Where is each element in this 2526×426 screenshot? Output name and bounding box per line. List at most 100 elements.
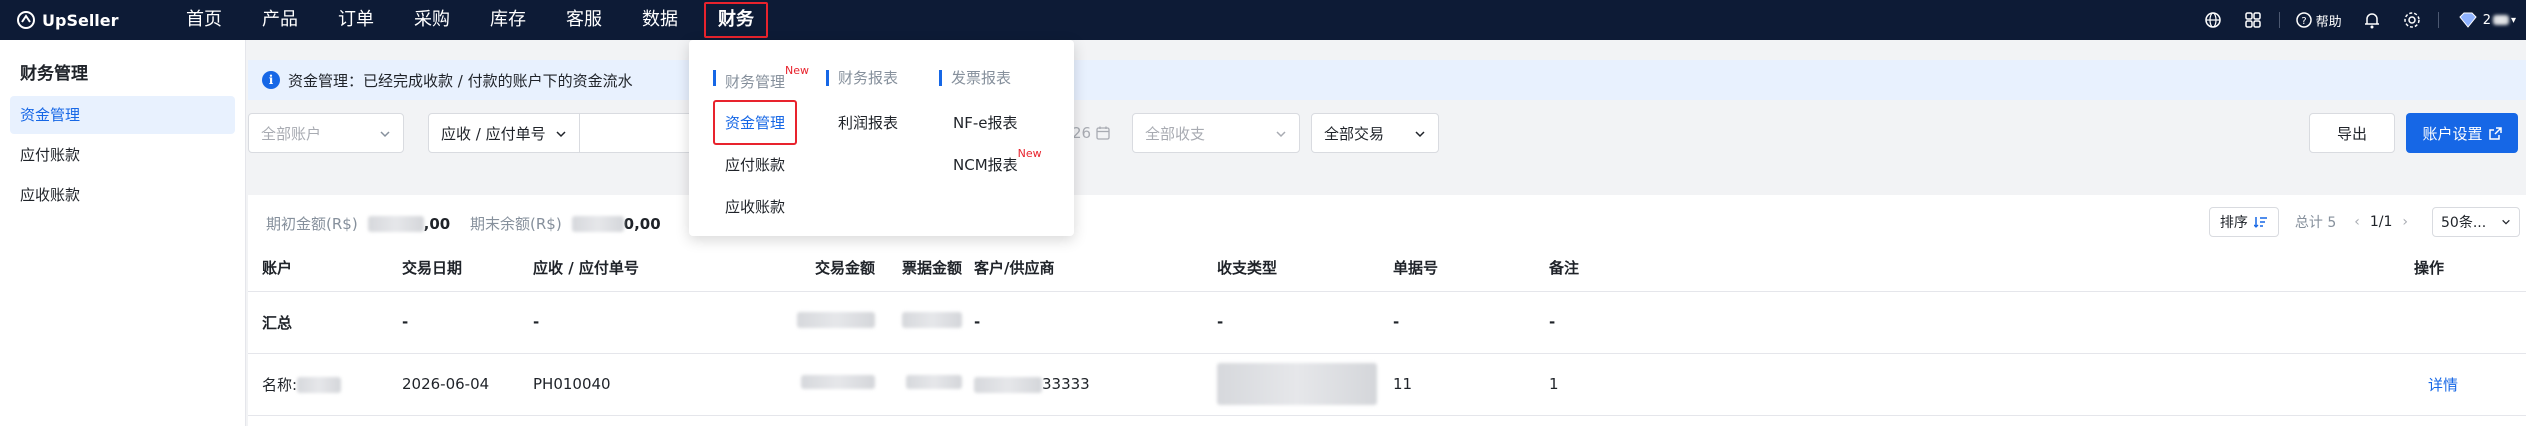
nav-divider (2278, 12, 2280, 28)
account-select-value: 全部账户 (261, 124, 322, 143)
bell-icon[interactable] (2352, 0, 2392, 40)
question-icon: ? (2295, 12, 2312, 28)
menu-item-funds-management[interactable]: 资金管理 (712, 100, 798, 145)
menu-column-finance-reports: 财务报表 (826, 70, 898, 86)
col-header-amount: 交易金额 (744, 245, 887, 292)
account-settings-label: 账户设置 (2422, 124, 2483, 143)
finance-dropdown-menu: 财务管理New 资金管理 应付账款 应收账款 财务报表 利润报表 发票报表 NF… (689, 40, 1074, 236)
total-account: 汇总 (248, 291, 402, 354)
chevron-down-icon (1414, 126, 1426, 144)
chevron-down-icon: ▾ (2510, 14, 2516, 26)
row-account-blurred (297, 377, 342, 393)
nav-item-products[interactable]: 产品 (242, 0, 318, 40)
closing-balance-value: 0,00 (623, 214, 661, 233)
main-content: i 资金管理：已经完成收款 / 付款的账户下的资金流水 全部账户 应收 / 应付… (248, 40, 2526, 426)
top-navigation-bar: UpSeller 首页 产品 订单 采购 库存 客服 数据 财务 ? 帮助 2 … (0, 0, 2526, 40)
nav-item-data[interactable]: 数据 (622, 0, 698, 40)
menu-column-invoice-reports: 发票报表 (939, 70, 1011, 86)
doc-type-select[interactable]: 应收 / 应付单号 (428, 113, 580, 153)
row-account-label: 名称: (262, 375, 298, 394)
nav-item-orders[interactable]: 订单 (318, 0, 394, 40)
chevron-down-icon (555, 126, 567, 144)
account-settings-button[interactable]: 账户设置 (2406, 113, 2518, 153)
total-amount-blurred (797, 312, 875, 328)
total-amount (744, 291, 887, 354)
menu-item-ncm-report-label: NCM报表 (953, 156, 1018, 174)
detail-link[interactable]: 详情 (2428, 376, 2458, 394)
total-bill: - (1393, 291, 1549, 354)
table-row: 名称: 2026-06-04 PH010040 33333 11 1 详情 (248, 353, 2526, 416)
row-customer: 33333 (974, 353, 1217, 416)
col-header-doc-number: 应收 / 应付单号 (533, 245, 744, 292)
next-page-icon[interactable]: › (2402, 214, 2408, 230)
menu-item-profit-report[interactable]: 利润报表 (838, 112, 898, 133)
sidebar-title: 财务管理 (20, 64, 88, 84)
user-name-blurred (2492, 15, 2509, 25)
income-type-select-value: 全部收支 (1145, 124, 1206, 143)
upseller-logo[interactable]: UpSeller (16, 10, 144, 30)
svg-text:?: ? (2301, 16, 2306, 27)
row-bill: 11 (1393, 353, 1549, 416)
sort-button[interactable]: 排序 (2208, 207, 2279, 237)
account-select[interactable]: 全部账户 (248, 113, 404, 153)
new-badge: New (1017, 147, 1042, 160)
menu-item-ncm-report[interactable]: NCM报表New (953, 147, 1042, 175)
income-type-select[interactable]: 全部收支 (1132, 113, 1300, 153)
col-header-actions: 操作 (2414, 245, 2526, 292)
table-header-row: 账户 交易日期 应收 / 应付单号 交易金额 票据金额 客户/供应商 收支类型 … (248, 245, 2526, 292)
transaction-select-value: 全部交易 (1324, 124, 1385, 143)
nav-divider (2437, 12, 2439, 28)
menu-column-title: 财务管理New (713, 64, 809, 90)
nav-item-service[interactable]: 客服 (546, 0, 622, 40)
row-customer-blurred (974, 376, 1042, 393)
sidebar-item-payables[interactable]: 应付账款 (10, 136, 235, 174)
gear-icon[interactable] (2392, 0, 2432, 40)
transaction-select[interactable]: 全部交易 (1311, 113, 1439, 153)
total-date: - (402, 291, 533, 354)
menu-item-receivables[interactable]: 应收账款 (725, 196, 785, 217)
export-button[interactable]: 导出 (2309, 113, 2395, 153)
page-indicator: 1/1 (2369, 214, 2393, 230)
row-type (1217, 353, 1393, 416)
nav-item-home[interactable]: 首页 (166, 0, 242, 40)
row-bill-amount (887, 353, 974, 416)
row-amount (744, 353, 887, 416)
menu-item-nfe-report[interactable]: NF-e报表 (953, 112, 1018, 133)
date-range-end[interactable]: 26 (1072, 113, 1111, 153)
menu-column-title-text: 财务管理 (725, 73, 786, 91)
help-button[interactable]: ? 帮助 (2286, 11, 2352, 30)
globe-icon[interactable] (2193, 0, 2233, 40)
menu-column-title: 发票报表 (939, 70, 1011, 86)
col-header-bill-number: 单据号 (1393, 245, 1549, 292)
logo-text: UpSeller (42, 10, 119, 30)
total-type: - (1217, 291, 1393, 354)
row-note: 1 (1549, 353, 2414, 416)
closing-balance-blurred (571, 215, 624, 232)
nav-item-finance[interactable]: 财务 (698, 0, 774, 40)
help-label: 帮助 (2315, 14, 2342, 30)
row-account: 名称: (248, 353, 402, 416)
table-total-row: 汇总 - - - - - - (248, 291, 2526, 354)
nav-item-inventory[interactable]: 库存 (470, 0, 546, 40)
col-header-customer: 客户/供应商 (974, 245, 1217, 292)
total-customer: - (974, 291, 1217, 354)
info-icon: i (262, 71, 280, 89)
apps-grid-icon[interactable] (2233, 0, 2273, 40)
total-bill-amount (887, 291, 974, 354)
sidebar-item-receivables[interactable]: 应收账款 (10, 176, 235, 214)
prev-page-icon[interactable]: ‹ (2354, 214, 2360, 230)
menu-item-payables[interactable]: 应付账款 (725, 154, 785, 175)
pagination: 排序 总计 5 ‹ 1/1 › 50条... (2208, 207, 2526, 237)
page-size-select[interactable]: 50条... (2432, 207, 2520, 237)
user-menu[interactable]: 2 ▾ (2445, 12, 2526, 28)
row-amount-blurred (801, 375, 875, 389)
menu-column-title: 财务报表 (826, 70, 898, 86)
row-date: 2026-06-04 (402, 353, 533, 416)
col-header-bill-amount: 票据金额 (887, 245, 974, 292)
chevron-down-icon (2502, 219, 2510, 225)
nav-item-purchase[interactable]: 采购 (394, 0, 470, 40)
chevron-down-icon (1275, 126, 1287, 144)
total-count: 总计 5 (2294, 215, 2337, 231)
opening-balance-blurred (367, 215, 424, 232)
sidebar-item-funds[interactable]: 资金管理 (10, 96, 235, 134)
